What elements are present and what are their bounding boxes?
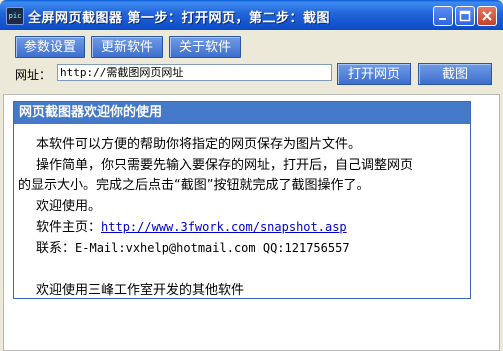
maximize-icon	[459, 10, 471, 22]
contact-label: 联系：	[36, 241, 76, 256]
homepage-row: 软件主页：http://www.3fwork.com/snapshot.asp	[36, 216, 347, 235]
contact-row: 联系：E-Mail:vxhelp@hotmail.com QQ:12175655…	[36, 237, 350, 256]
url-input[interactable]: http://需截图网页网址	[57, 64, 332, 81]
url-label: 网址：	[15, 68, 52, 82]
open-page-button[interactable]: 打开网页	[337, 63, 411, 85]
close-button[interactable]	[477, 6, 497, 26]
title-bar[interactable]: pic 全屏网页截图器 第一步：打开网页，第二步：截图	[0, 0, 503, 30]
welcome-panel: 网页截图器欢迎你的使用 本软件可以方便的帮助你将指定的网页保存为图片文件。 操作…	[13, 101, 471, 299]
about-button[interactable]: 关于软件	[169, 36, 241, 58]
intro-text: 本软件可以方便的帮助你将指定的网页保存为图片文件。	[36, 137, 362, 152]
minimize-button[interactable]	[433, 6, 453, 26]
welcome-text: 欢迎使用。	[36, 199, 102, 214]
other-software-text: 欢迎使用三峰工作室开发的其他软件	[36, 283, 245, 298]
window-title: 全屏网页截图器 第一步：打开网页，第二步：截图	[28, 11, 331, 26]
settings-button[interactable]: 参数设置	[15, 36, 85, 58]
instructions-text-1: 操作简单，你只需要先输入要保存的网址，打开后，自己调整网页	[36, 158, 414, 173]
close-icon	[482, 11, 492, 21]
contact-text: E-Mail:vxhelp@hotmail.com QQ:121756557	[75, 241, 350, 255]
welcome-heading: 网页截图器欢迎你的使用	[14, 102, 470, 124]
homepage-link[interactable]: http://www.3fwork.com/snapshot.asp	[101, 220, 347, 234]
app-icon: pic	[6, 7, 24, 25]
update-button[interactable]: 更新软件	[91, 36, 163, 58]
homepage-label: 软件主页：	[36, 220, 102, 235]
capture-button[interactable]: 截图	[418, 63, 492, 85]
maximize-button[interactable]	[455, 6, 475, 26]
browser-view[interactable]: 网页截图器欢迎你的使用 本软件可以方便的帮助你将指定的网页保存为图片文件。 操作…	[3, 94, 500, 351]
minimize-icon	[439, 18, 446, 20]
instructions-text-2: 的显示大小。完成之后点击“截图”按钮就完成了截图操作了。	[18, 178, 370, 193]
